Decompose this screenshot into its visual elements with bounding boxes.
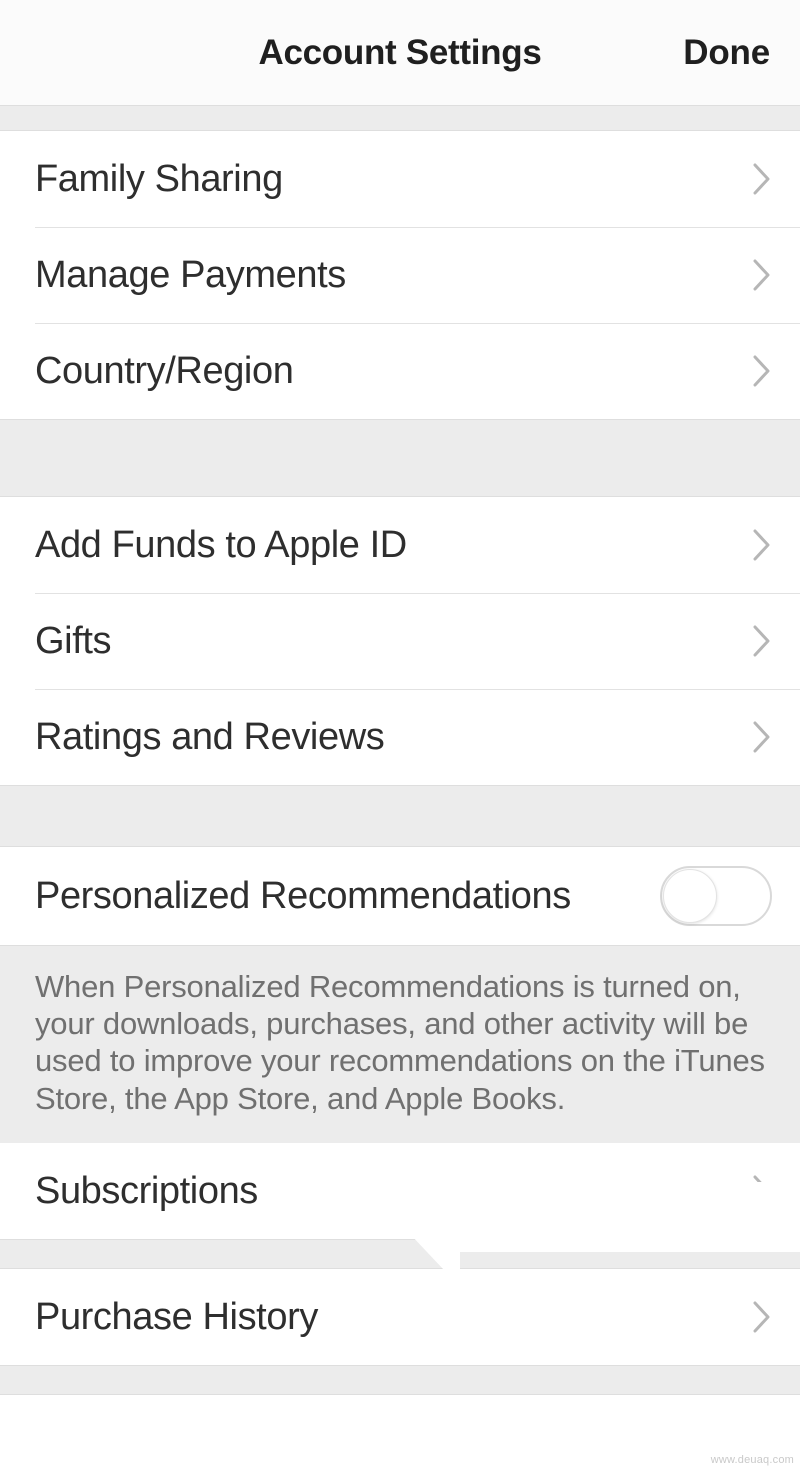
chevron-right-icon: [752, 258, 774, 292]
row-ratings-and-reviews[interactable]: Ratings and Reviews: [0, 689, 800, 785]
row-label: Manage Payments: [35, 254, 346, 296]
personalized-recommendations-toggle[interactable]: [660, 866, 772, 926]
toggle-knob: [663, 869, 717, 923]
chevron-right-icon: [752, 528, 774, 562]
section-gap-3: [0, 1238, 800, 1269]
row-label: Add Funds to Apple ID: [35, 524, 407, 566]
row-add-funds[interactable]: Add Funds to Apple ID: [0, 497, 800, 593]
row-label: Ratings and Reviews: [35, 716, 385, 758]
site-watermark: www.deuaq.com: [710, 1454, 794, 1466]
row-personalized-recommendations[interactable]: Personalized Recommendations: [0, 847, 800, 945]
row-subscriptions[interactable]: Subscriptions: [0, 1142, 800, 1239]
row-label: Personalized Recommendations: [35, 875, 571, 917]
row-label: Country/Region: [35, 350, 294, 392]
page-title: Account Settings: [258, 32, 542, 72]
section-gap-bottom: [0, 1364, 800, 1395]
row-label: Subscriptions: [35, 1169, 258, 1212]
settings-group-purchase-history: Purchase History: [0, 1268, 800, 1365]
account-settings-screen: Account Settings Done Family Sharing Man…: [0, 0, 800, 1470]
chevron-right-icon: [752, 624, 774, 658]
row-label: Gifts: [35, 620, 112, 662]
row-country-region[interactable]: Country/Region: [0, 323, 800, 419]
section-gap-2: [0, 785, 800, 847]
row-label: Family Sharing: [35, 158, 283, 200]
settings-group-account: Family Sharing Manage Payments Country/R…: [0, 131, 800, 419]
chevron-right-icon: [752, 1174, 774, 1208]
chevron-right-icon: [752, 720, 774, 754]
navigation-bar: Account Settings Done: [0, 0, 800, 105]
chevron-right-icon: [752, 1300, 774, 1334]
section-gap-top: [0, 105, 800, 131]
recommendations-footer-note: When Personalized Recommendations is tur…: [0, 945, 800, 1143]
chevron-right-icon: [752, 162, 774, 196]
section-gap-1: [0, 419, 800, 497]
settings-group-store: Add Funds to Apple ID Gifts Ratings and …: [0, 497, 800, 785]
done-button[interactable]: Done: [683, 33, 770, 73]
footer-note-text: When Personalized Recommendations is tur…: [35, 969, 765, 1116]
row-manage-payments[interactable]: Manage Payments: [0, 227, 800, 323]
settings-group-subscriptions: Subscriptions: [0, 1142, 800, 1239]
row-label: Purchase History: [35, 1295, 318, 1338]
settings-group-recommendations: Personalized Recommendations: [0, 847, 800, 945]
row-purchase-history[interactable]: Purchase History: [0, 1268, 800, 1365]
chevron-right-icon: [752, 354, 774, 388]
row-family-sharing[interactable]: Family Sharing: [0, 131, 800, 227]
row-gifts[interactable]: Gifts: [0, 593, 800, 689]
